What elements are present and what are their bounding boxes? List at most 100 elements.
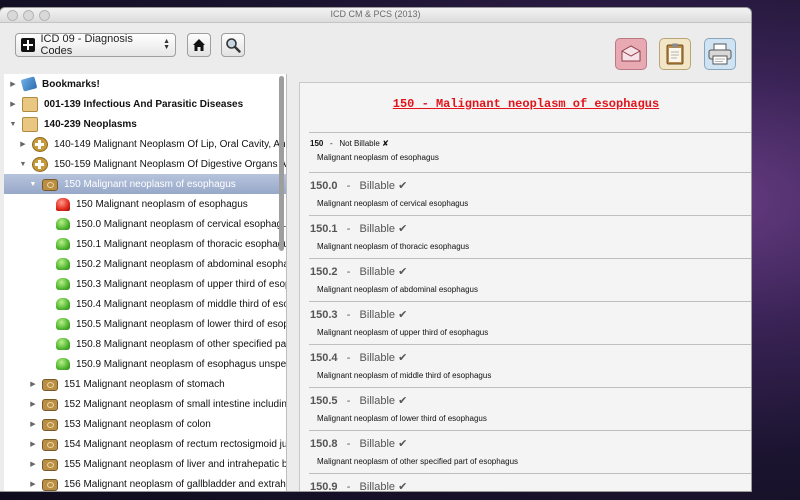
disclosure-expanded-icon[interactable]: ▼ (18, 161, 28, 168)
disclosure-collapsed-icon[interactable]: ▶ (28, 480, 38, 488)
tree-item[interactable]: ▶ 156 Malignant neoplasm of gallbladder a… (4, 474, 286, 491)
medical-cross-icon (21, 38, 35, 52)
tree-item[interactable]: 150.5 Malignant neoplasm of lower third … (4, 314, 286, 334)
code-description: Malignant neoplasm of cervical esophagus (317, 199, 469, 208)
tree-item-label: 152 Malignant neoplasm of small intestin… (64, 398, 287, 410)
tree-item[interactable]: 150 Malignant neoplasm of esophagus (4, 194, 286, 214)
tree-item[interactable]: ▶ 152 Malignant neoplasm of small intesti… (4, 394, 286, 414)
code-set-dropdown[interactable]: ICD 09 - Diagnosis Codes ▲ ▼ (15, 33, 176, 57)
disclosure-collapsed-icon[interactable]: ▶ (8, 100, 18, 108)
tree-item[interactable]: ▶ 151 Malignant neoplasm of stomach (4, 374, 286, 394)
code-number: 150.9 (310, 481, 338, 491)
tree-item-label: 140-149 Malignant Neoplasm Of Lip, Oral … (54, 138, 286, 150)
tree-item[interactable]: ▼ 140-239 Neoplasms (4, 114, 286, 134)
billable-status: Billable (359, 395, 396, 407)
code-line: 150.1 - Billable ✔ (309, 217, 751, 238)
email-button[interactable] (615, 38, 647, 70)
code-number: 150.2 (310, 266, 338, 278)
tree-item[interactable]: 150.3 Malignant neoplasm of upper third … (4, 274, 286, 294)
tree-item-label: 153 Malignant neoplasm of colon (64, 418, 211, 430)
disclosure-collapsed-icon[interactable]: ▶ (18, 140, 28, 148)
tree-item[interactable]: 150.1 Malignant neoplasm of thoracic eso… (4, 234, 286, 254)
code-separator: - (346, 266, 351, 278)
home-button[interactable] (187, 33, 211, 57)
code-line: 150.2 - Billable ✔ (309, 260, 751, 281)
detail-title: 150 - Malignant neoplasm of esophagus (392, 97, 660, 111)
code-entry: 150.4 - Billable ✔ Malignant neoplasm of … (309, 344, 751, 387)
code-entry: 150.0 - Billable ✔ Malignant neoplasm of … (309, 172, 751, 215)
disclosure-collapsed-icon[interactable]: ▶ (8, 80, 18, 88)
tree-item-label: 154 Malignant neoplasm of rectum rectosi… (64, 438, 287, 450)
book-icon (42, 419, 58, 431)
toolbar: ICD 09 - Diagnosis Codes ▲ ▼ (0, 23, 751, 73)
billable-status: Billable (359, 223, 396, 235)
code-tree-sidebar[interactable]: ▶ Bookmarks! ▶ 001-139 Infectious And Paras… (4, 74, 287, 491)
code-separator: - (346, 481, 351, 491)
code-line: 150.4 - Billable ✔ (309, 346, 751, 367)
folder-icon (22, 116, 38, 132)
tree-item-label: 150-159 Malignant Neoplasm Of Digestive … (54, 158, 287, 170)
code-number: 150.3 (310, 309, 338, 321)
code-description: Malignant neoplasm of lower third of eso… (317, 414, 487, 423)
tree-item[interactable]: 150.8 Malignant neoplasm of other specif… (4, 334, 286, 354)
print-button[interactable] (704, 38, 736, 70)
code-number: 150.8 (310, 438, 338, 450)
code-entry: 150.5 - Billable ✔ Malignant neoplasm of … (309, 387, 751, 430)
tree-item[interactable]: ▶ Bookmarks! (4, 74, 286, 94)
green-bulb-icon (56, 238, 70, 250)
search-button[interactable] (221, 33, 245, 57)
code-entry: 150.9 - Billable ✔Malignant neoplasm of … (309, 473, 751, 491)
tree-item[interactable]: ▼ 150 Malignant neoplasm of esophagus (4, 174, 286, 194)
billable-status: Billable (359, 481, 396, 491)
code-number: 150.1 (310, 223, 338, 235)
code-number: 150.4 (310, 352, 338, 364)
disclosure-collapsed-icon[interactable]: ▶ (28, 440, 38, 448)
disclosure-collapsed-icon[interactable]: ▶ (28, 460, 38, 468)
code-separator: - (346, 438, 351, 450)
billable-status: Billable (359, 438, 396, 450)
disclosure-collapsed-icon[interactable]: ▶ (28, 400, 38, 408)
tree-item-label: 155 Malignant neoplasm of liver and intr… (64, 458, 287, 470)
tree-item-label: Bookmarks! (42, 78, 100, 90)
tree-item[interactable]: ▶ 153 Malignant neoplasm of colon (4, 414, 286, 434)
code-number: 150 (310, 139, 324, 148)
code-separator: - (330, 139, 333, 148)
tree-item[interactable]: 150.2 Malignant neoplasm of abdominal es… (4, 254, 286, 274)
tree-item[interactable]: ▶ 155 Malignant neoplasm of liver and int… (4, 454, 286, 474)
disclosure-expanded-icon[interactable]: ▼ (28, 181, 38, 188)
clipboard-button[interactable] (659, 38, 691, 70)
disclosure-collapsed-icon[interactable]: ▶ (28, 380, 38, 388)
billable-status: Billable (359, 352, 396, 364)
tree-item-label: 150.3 Malignant neoplasm of upper third … (76, 278, 287, 290)
sidebar-scrollbar[interactable] (279, 76, 284, 251)
header-code-entry: 150 - Not Billable ✘ Malignant neoplasm … (309, 132, 751, 172)
billable-check-icon: ✔ (398, 266, 408, 278)
billable-check-icon: ✔ (398, 223, 408, 235)
tree-item[interactable]: ▶ 001-139 Infectious And Parasitic Diseas… (4, 94, 286, 114)
green-bulb-icon (56, 278, 70, 290)
tree-item[interactable]: ▶ 154 Malignant neoplasm of rectum rectos… (4, 434, 286, 454)
tree-item-label: 150.0 Malignant neoplasm of cervical eso… (76, 218, 287, 230)
disclosure-expanded-icon[interactable]: ▼ (8, 121, 18, 128)
tree-item[interactable]: 150.4 Malignant neoplasm of middle third… (4, 294, 286, 314)
plus-circle-icon (32, 136, 48, 152)
billable-status: Not Billable (339, 139, 380, 148)
green-bulb-icon (56, 298, 70, 310)
code-number: 150.0 (310, 180, 338, 192)
green-bulb-icon (56, 338, 70, 350)
tree-item-label: 150.9 Malignant neoplasm of esophagus un… (76, 358, 287, 370)
disclosure-collapsed-icon[interactable]: ▶ (28, 420, 38, 428)
billable-check-icon: ✔ (398, 395, 408, 407)
book-icon (42, 179, 58, 191)
folder-icon (22, 96, 38, 112)
tree-item[interactable]: 150.0 Malignant neoplasm of cervical eso… (4, 214, 286, 234)
code-separator: - (346, 223, 351, 235)
tree-item[interactable]: 150.9 Malignant neoplasm of esophagus un… (4, 354, 286, 374)
book-icon (42, 379, 58, 391)
tree-item[interactable]: ▼ 150-159 Malignant Neoplasm Of Digestive… (4, 154, 286, 174)
code-description: Malignant neoplasm of thoracic esophagus (317, 242, 470, 251)
clipboard-icon (666, 43, 684, 65)
title-bar: ICD CM & PCS (2013) (0, 8, 751, 23)
magnifier-icon (226, 38, 241, 53)
tree-item[interactable]: ▶ 140-149 Malignant Neoplasm Of Lip, Oral… (4, 134, 286, 154)
